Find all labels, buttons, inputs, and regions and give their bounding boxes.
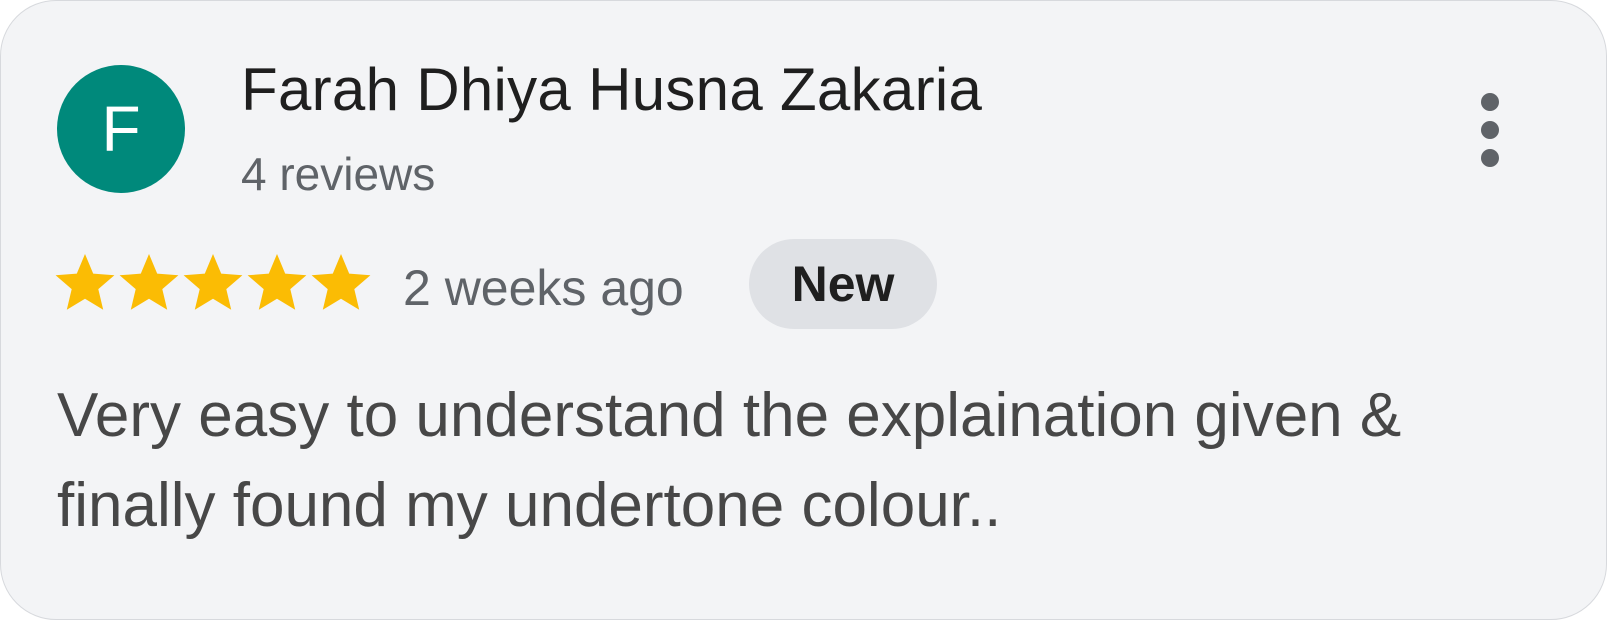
star-icon — [183, 254, 243, 310]
badge-label: New — [791, 256, 895, 312]
review-card: F Farah Dhiya Husna Zakaria 4 reviews 2 … — [0, 0, 1607, 620]
avatar-letter: F — [101, 93, 141, 165]
review-text-line: Very easy to understand the explaination… — [57, 381, 1402, 450]
star-icon — [55, 254, 115, 310]
star-icon — [311, 254, 371, 310]
review-text: Very easy to understand the explaination… — [57, 371, 1557, 551]
new-badge: New — [749, 239, 937, 329]
author-review-count: 4 reviews — [241, 148, 436, 200]
avatar[interactable]: F — [57, 65, 185, 193]
star-rating — [53, 251, 373, 313]
star-icon — [119, 254, 179, 310]
author-name[interactable]: Farah Dhiya Husna Zakaria — [241, 55, 982, 124]
review-text-line: finally found my undertone colour.. — [57, 471, 1002, 540]
star-icon — [247, 254, 307, 310]
review-time: 2 weeks ago — [403, 260, 684, 316]
more-vert-icon[interactable] — [1471, 89, 1511, 173]
